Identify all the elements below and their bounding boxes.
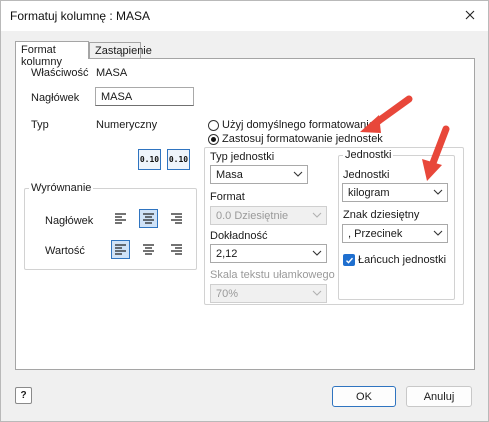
close-icon xyxy=(465,10,475,20)
value-align-left-button[interactable] xyxy=(111,240,130,259)
header-input[interactable]: MASA xyxy=(95,87,194,106)
alignment-group-title: Wyrównanie xyxy=(29,182,94,194)
fraction-scale-label: Skala tekstu ułamkowego xyxy=(210,269,335,281)
align-left-icon xyxy=(115,213,126,224)
header-align-center-button[interactable] xyxy=(139,209,158,228)
annotation-arrow-2 xyxy=(422,125,450,181)
cancel-button[interactable]: Anuluj xyxy=(406,386,472,407)
chevron-down-icon xyxy=(433,230,443,236)
unit-type-value: Masa xyxy=(216,169,243,181)
alignment-header-label: Nagłówek xyxy=(45,215,94,227)
align-right-icon xyxy=(171,213,182,224)
ok-button[interactable]: OK xyxy=(332,386,396,407)
annotation-arrow-1 xyxy=(360,95,413,133)
checkmark-icon xyxy=(345,257,353,264)
alignment-value-label: Wartość xyxy=(45,245,85,257)
align-left-icon xyxy=(115,244,126,255)
align-right-icon xyxy=(171,244,182,255)
decimal-sign-select[interactable]: , Przecinek xyxy=(342,224,448,243)
chevron-down-icon xyxy=(312,250,322,256)
header-align-right-button[interactable] xyxy=(167,209,186,228)
decimal-sign-label: Znak dziesiętny xyxy=(343,209,420,221)
property-label: Właściwość xyxy=(31,67,89,79)
window-title: Formatuj kolumnę : MASA xyxy=(10,9,151,23)
chevron-down-icon xyxy=(312,212,322,218)
decrease-precision-button[interactable]: 0.10 xyxy=(167,149,190,170)
align-center-icon xyxy=(143,244,154,255)
title-bar[interactable]: Formatuj kolumnę : MASA xyxy=(1,1,488,31)
property-value: MASA xyxy=(96,67,128,79)
header-label: Nagłówek xyxy=(31,92,80,104)
apply-unit-formatting-radio[interactable] xyxy=(208,134,219,145)
tab-format-column[interactable]: Format kolumny xyxy=(15,41,89,68)
tab-override[interactable]: Zastąpienie xyxy=(89,42,152,59)
use-default-formatting-label[interactable]: Użyj domyślnego formatowania xyxy=(222,119,375,131)
format-value: 0.0 Dziesiętnie xyxy=(216,210,289,222)
units-group-title: Jednostki xyxy=(343,149,394,161)
unit-type-select[interactable]: Masa xyxy=(210,165,308,184)
close-button[interactable] xyxy=(458,4,482,26)
precision-label: Dokładność xyxy=(210,230,268,242)
chevron-down-icon xyxy=(312,290,322,296)
type-label: Typ xyxy=(31,119,49,131)
help-icon: ? xyxy=(20,390,27,401)
format-label: Format xyxy=(210,191,245,203)
unit-type-label: Typ jednostki xyxy=(210,151,275,163)
value-align-right-button[interactable] xyxy=(167,240,186,259)
decrease-precision-icon: 0.10 xyxy=(168,155,189,164)
format-select[interactable]: 0.0 Dziesiętnie xyxy=(210,206,327,225)
unit-chain-checkbox[interactable] xyxy=(343,254,355,266)
type-value: Numeryczny xyxy=(96,119,158,131)
precision-select[interactable]: 2,12 xyxy=(210,244,327,263)
value-align-center-button[interactable] xyxy=(139,240,158,259)
chevron-down-icon xyxy=(293,171,303,177)
units-value: kilogram xyxy=(348,187,390,199)
fraction-scale-select[interactable]: 70% xyxy=(210,284,327,303)
increase-precision-icon: 0.10 xyxy=(139,155,160,164)
chevron-down-icon xyxy=(433,189,443,195)
align-center-icon xyxy=(143,213,154,224)
precision-value: 2,12 xyxy=(216,248,238,260)
units-label: Jednostki xyxy=(343,169,390,181)
increase-precision-button[interactable]: 0.10 xyxy=(138,149,161,170)
dialog-window: Formatuj kolumnę : MASA Format kolumny Z… xyxy=(0,0,489,422)
unit-chain-label[interactable]: Łańcuch jednostki xyxy=(358,254,446,266)
use-default-formatting-radio[interactable] xyxy=(208,120,219,131)
header-align-left-button[interactable] xyxy=(111,209,130,228)
help-button[interactable]: ? xyxy=(15,387,32,404)
units-select[interactable]: kilogram xyxy=(342,183,448,202)
decimal-sign-value: , Przecinek xyxy=(348,228,403,240)
fraction-scale-value: 70% xyxy=(216,288,239,300)
